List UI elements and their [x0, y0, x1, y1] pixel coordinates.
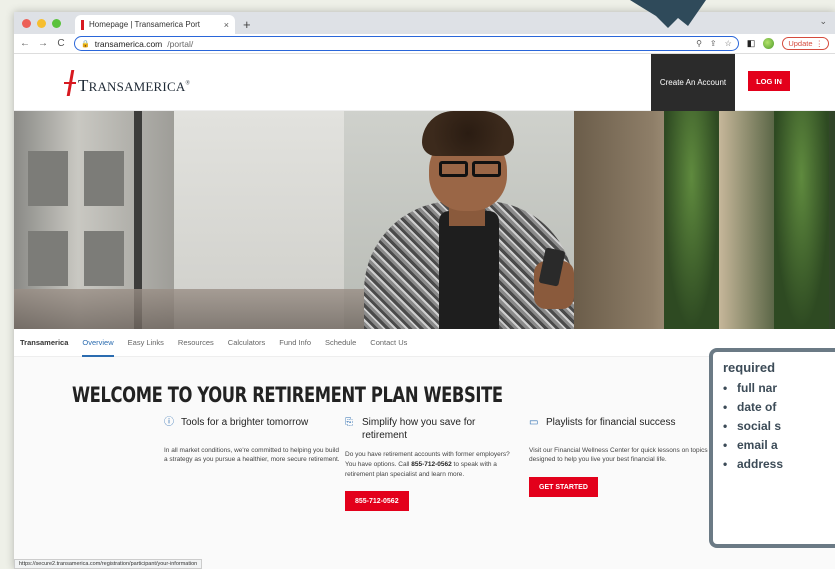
tab-contact-us[interactable]: Contact Us [370, 329, 407, 357]
tab-fund-info[interactable]: Fund Info [279, 329, 311, 357]
simplify-card: ⎘ Simplify how you save for retirement D… [345, 417, 515, 512]
create-account-button[interactable]: Create An Account [651, 54, 735, 111]
required-fields-callout: required • full nar • date of • social s • e… [709, 348, 835, 548]
page-title: WELCOME TO YOUR RETIREMENT PLAN WEBSITE [72, 383, 503, 407]
transamerica-favicon-icon [81, 19, 84, 30]
url-path: /portal/ [167, 38, 194, 49]
site-header: TRANSAMERICA® Create An Account LOG IN [14, 54, 835, 111]
link-status-bar: https://secure2.transamerica.com/registr… [14, 559, 203, 569]
callout-title: required [723, 360, 776, 375]
browser-tab[interactable]: Homepage | Transamerica Port × [75, 15, 235, 34]
tools-body: In all market conditions, we're committe… [164, 446, 340, 464]
tools-heading: Tools for a brighter tomorrow [181, 417, 309, 428]
new-tab-button[interactable]: + [243, 15, 251, 34]
maximize-window-icon[interactable] [52, 18, 61, 28]
sidepanel-icon[interactable]: ◧ [747, 38, 756, 49]
stage: Homepage | Transamerica Port × + ⌄ ← → C… [0, 0, 835, 569]
hero-person [344, 111, 594, 329]
reload-icon[interactable]: C [56, 38, 66, 49]
list-item: • email a [723, 438, 778, 452]
bookmark-star-icon[interactable]: ☆ [725, 39, 732, 48]
url-host: transamerica.com [94, 38, 163, 49]
profile-avatar[interactable] [763, 38, 775, 49]
omnibox-actions: ⚲ ⇪ ☆ [696, 39, 732, 48]
tools-card: ⓘ Tools for a brighter tomorrow In all m… [164, 417, 344, 465]
transamerica-logo[interactable]: TRANSAMERICA® [64, 70, 190, 96]
forward-icon[interactable]: → [38, 38, 48, 49]
login-button[interactable]: LOG IN [748, 71, 790, 91]
url-input[interactable]: 🔒 transamerica.com/portal/ ⚲ ⇪ ☆ [74, 36, 739, 51]
share-icon[interactable]: ⇪ [710, 39, 717, 48]
list-item: • social s [723, 419, 782, 433]
list-item: • full nar [723, 381, 778, 395]
menu-kebab-icon: ⋮ [815, 39, 824, 48]
hero-image [14, 111, 835, 329]
simplify-body: Do you have retirement accounts with for… [345, 451, 510, 478]
zoom-icon[interactable]: ⚲ [696, 39, 702, 48]
tab-resources[interactable]: Resources [178, 329, 214, 357]
list-item: • date of [723, 400, 777, 414]
info-icon: ⓘ [164, 417, 174, 428]
hero-storefront [574, 111, 835, 329]
playlists-heading: Playlists for financial success [546, 417, 676, 428]
document-icon: ⎘ [345, 417, 353, 428]
tab-schedule[interactable]: Schedule [325, 329, 356, 357]
playlists-card: ▭ Playlists for financial success Visit … [529, 417, 729, 497]
playlists-body: Visit our Financial Wellness Center for … [529, 446, 708, 464]
tab-overview[interactable]: Overview [82, 329, 114, 357]
tab-calculators[interactable]: Calculators [228, 329, 266, 357]
presentation-icon: ▭ [529, 417, 539, 428]
simplify-heading: Simplify how you save for retirement [362, 417, 476, 441]
tab-title: Homepage | Transamerica Port [89, 20, 201, 29]
get-started-button[interactable]: GET STARTED [529, 477, 598, 497]
lock-icon[interactable]: 🔒 [81, 40, 90, 48]
section-nav-brand: Transamerica [20, 338, 69, 347]
back-icon[interactable]: ← [20, 38, 30, 49]
tab-search-icon[interactable]: ⌄ [819, 16, 827, 27]
minimize-window-icon[interactable] [37, 18, 46, 28]
update-button[interactable]: Update ⋮ [782, 37, 829, 50]
list-item: • address [723, 457, 784, 471]
update-label: Update [788, 39, 813, 48]
address-toolbar: ← → C 🔒 transamerica.com/portal/ ⚲ ⇪ ☆ ◧… [14, 34, 835, 54]
window-controls [22, 12, 61, 34]
phone-number-link[interactable]: 855-712-0562 [411, 461, 451, 468]
pyramid-logo-icon [64, 70, 76, 96]
close-tab-icon[interactable]: × [224, 20, 229, 30]
pointer-arrow-icon [630, 0, 706, 28]
required-fields-list: • full nar • date of • social s • email a • a… [723, 381, 835, 471]
logo-wordmark: TRANSAMERICA® [78, 76, 191, 95]
tab-easy-links[interactable]: Easy Links [128, 329, 164, 357]
close-window-icon[interactable] [22, 18, 31, 28]
call-phone-button[interactable]: 855-712-0562 [345, 491, 409, 512]
tab-bar: Homepage | Transamerica Port × + ⌄ [14, 12, 835, 34]
